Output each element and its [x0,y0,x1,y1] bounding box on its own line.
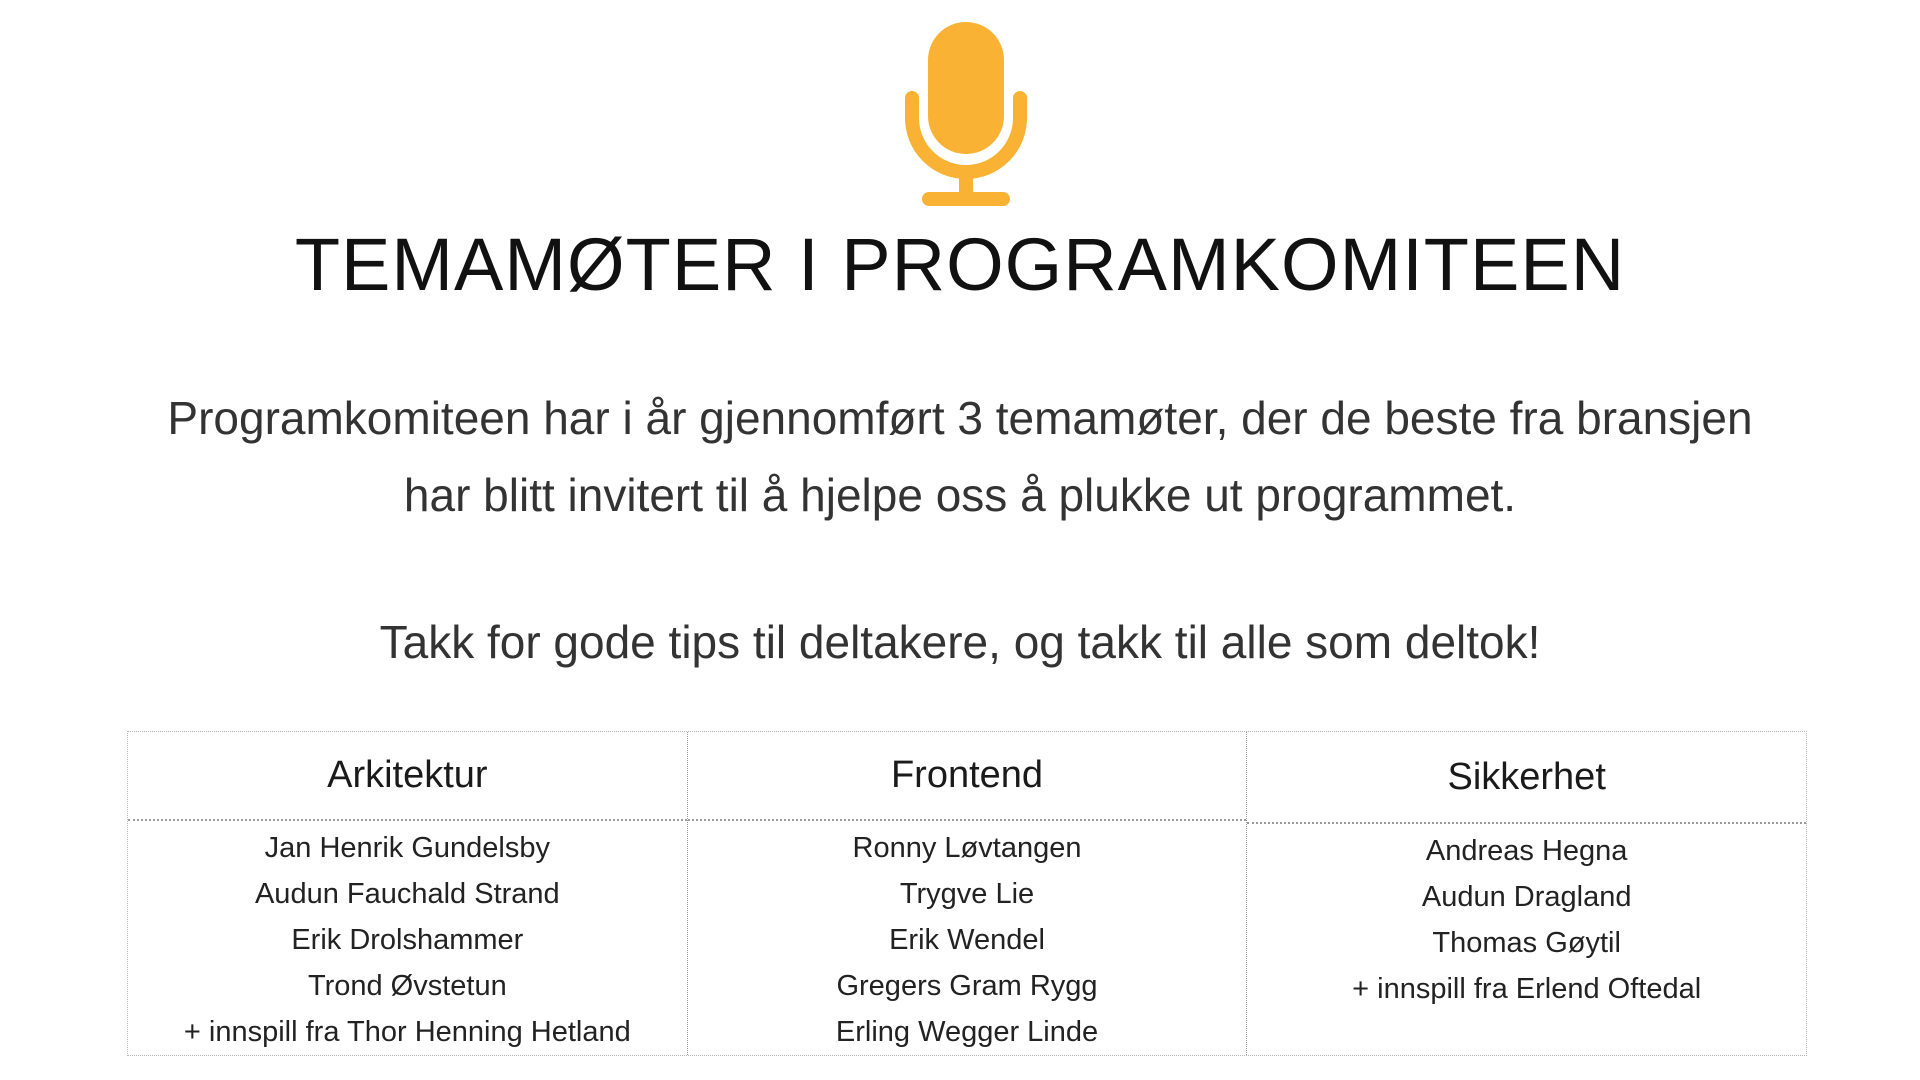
member-name: Erik Drolshammer [291,924,524,956]
member-name: Trygve Lie [899,878,1035,910]
microphone-stem [959,170,973,192]
member-name: Thomas Gøytil [1432,927,1621,959]
member-name: Audun Dragland [1421,881,1632,913]
member-name: Erling Wegger Linde [835,1016,1099,1048]
thanks-text: Takk for gode tips til deltakere, og tak… [379,616,1541,668]
member-name: Erik Wendel [889,924,1045,956]
microphone-capsule [928,22,1004,154]
member-name: Jan Henrik Gundelsby [264,832,550,864]
committee-members: Ronny Løvtangen Trygve Lie Erik Wendel G… [688,821,1247,1055]
intro-line-1: Programkomiteen har i år gjennomført 3 t… [167,392,1753,444]
microphone-icon [900,20,1032,210]
committee-heading: Sikkerhet [1247,732,1807,824]
member-name: + innspill fra Thor Henning Hetland [183,1016,631,1048]
committee-column-sikkerhet: Sikkerhet Andreas Hegna Audun Dragland T… [1246,732,1807,1055]
member-name: Andreas Hegna [1425,835,1628,867]
committee-column-frontend: Frontend Ronny Løvtangen Trygve Lie Erik… [686,732,1247,1055]
committee-heading: Frontend [687,732,1247,821]
intro-line-2: har blitt invitert til å hjelpe oss å pl… [403,469,1517,521]
committee-members: Andreas Hegna Audun Dragland Thomas Gøyt… [1247,824,1806,1012]
committee-table: Arkitektur Jan Henrik Gundelsby Audun Fa… [127,731,1807,1056]
member-name: Trond Øvstetun [307,970,507,1002]
member-name: + innspill fra Erlend Oftedal [1352,973,1702,1005]
member-name: Audun Fauchald Strand [254,878,560,910]
intro-text: Programkomiteen har i år gjennomført 3 t… [0,380,1920,534]
committee-column-arkitektur: Arkitektur Jan Henrik Gundelsby Audun Fa… [128,732,687,1055]
committee-members: Jan Henrik Gundelsby Audun Fauchald Stra… [128,821,687,1055]
member-name: Ronny Løvtangen [852,832,1082,864]
microphone-base [922,192,1010,206]
member-name: Gregers Gram Rygg [836,970,1098,1002]
committee-heading: Arkitektur [128,732,687,821]
page-title: TEMAMØTER I PROGRAMKOMITEEN [294,223,1626,306]
